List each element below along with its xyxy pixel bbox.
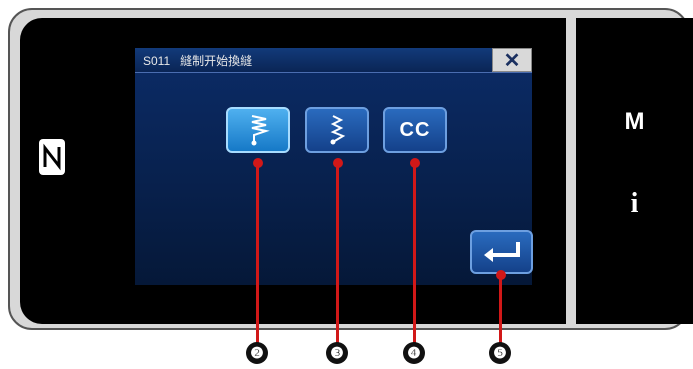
close-button[interactable]: ✕ — [492, 48, 532, 72]
callout-line — [256, 163, 259, 343]
callout-line — [413, 163, 416, 343]
stitch-cc-button[interactable]: CC — [383, 107, 447, 153]
callout-badge-3: ❸ — [326, 342, 348, 364]
dialog-title: S011 縫制开始換縫 — [143, 54, 253, 68]
info-button[interactable]: i — [576, 188, 693, 220]
mode-button[interactable]: M — [576, 108, 693, 136]
enter-return-icon — [483, 242, 520, 262]
close-icon: ✕ — [503, 49, 521, 72]
cc-label: CC — [399, 118, 431, 141]
stitch-type-2-button[interactable] — [226, 107, 290, 153]
callout-line — [499, 275, 502, 343]
callout-line — [336, 163, 339, 343]
stitch-pattern-icon — [330, 115, 346, 145]
callout-badge-4: ❹ — [403, 342, 425, 364]
dialog-title-bar: S011 縫制开始換縫 ✕ — [135, 48, 532, 73]
stitch-pattern-icon — [251, 115, 270, 146]
nfc-icon — [39, 139, 65, 175]
stitch-type-3-button[interactable] — [305, 107, 369, 153]
callout-badge-2: ❷ — [246, 342, 268, 364]
callout-badge-5: ❺ — [489, 342, 511, 364]
side-panel — [576, 18, 693, 324]
enter-button[interactable] — [470, 230, 533, 274]
